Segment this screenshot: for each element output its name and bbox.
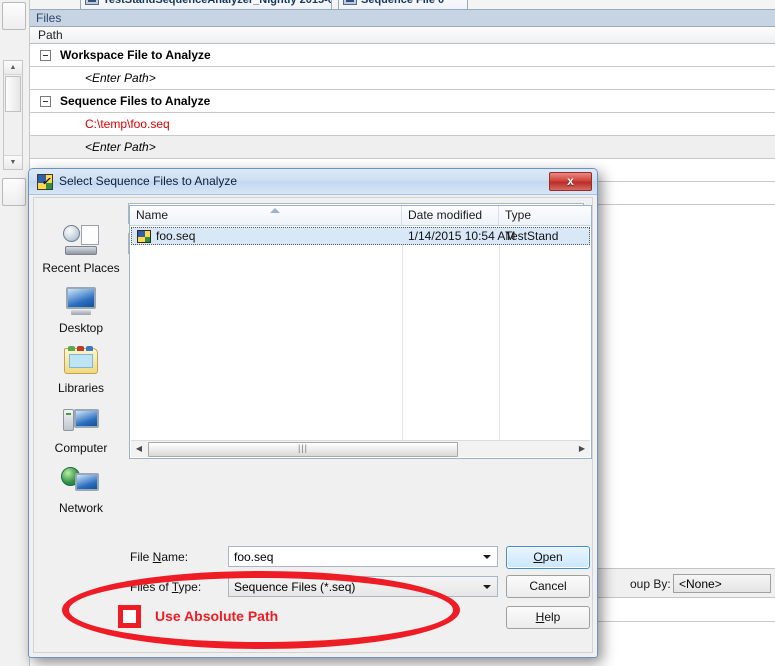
- open-button[interactable]: Open: [506, 546, 590, 569]
- collapse-icon[interactable]: [40, 50, 51, 61]
- use-absolute-path-checkbox[interactable]: [118, 605, 141, 628]
- file-date-cell: 1/14/2015 10:54 AM: [408, 229, 516, 243]
- dialog-title-bar[interactable]: ✓ Select Sequence Files to Analyze x: [29, 169, 597, 195]
- files-pane-title: Files: [30, 10, 775, 26]
- column-header-label: Type: [505, 208, 532, 222]
- table-row[interactable]: <Enter Path>: [30, 136, 775, 159]
- sequence-file-icon: [85, 0, 99, 5]
- files-of-type-value: Sequence Files (*.seq): [234, 580, 356, 594]
- scroll-left-arrow-icon[interactable]: ◀: [131, 441, 147, 457]
- row-label: C:\temp\foo.seq: [85, 117, 170, 131]
- sidebar-item-label: Computer: [54, 441, 108, 455]
- files-of-type-label: Files of Type:: [130, 580, 202, 594]
- left-rail: ▲ ▼: [0, 0, 30, 666]
- file-list-horizontal-scrollbar[interactable]: ◀ ▶: [131, 440, 590, 457]
- row-label: <Enter Path>: [85, 140, 156, 154]
- cancel-button[interactable]: Cancel: [506, 575, 590, 598]
- sidebar-item-computer[interactable]: Computer: [34, 405, 128, 455]
- tab-workspace-file[interactable]: TestStandSequenceAnalyzer_Nightly 2015-0…: [80, 0, 332, 9]
- tab-label: TestStandSequenceAnalyzer_Nightly 2015-0…: [103, 0, 331, 6]
- sidebar-item-label: Recent Places: [42, 261, 120, 275]
- rail-button-bottom[interactable]: [2, 178, 26, 206]
- scroll-down-arrow-icon[interactable]: ▼: [4, 155, 22, 169]
- scroll-right-arrow-icon[interactable]: ▶: [574, 441, 590, 457]
- sequence-file-icon: [137, 230, 151, 243]
- collapse-icon[interactable]: [40, 96, 51, 107]
- group-by-value: <None>: [679, 577, 722, 591]
- places-bar: Recent Places Desktop Libraries Computer…: [34, 205, 128, 561]
- help-button-label: Help: [535, 610, 561, 624]
- recent-places-icon: [61, 225, 101, 259]
- tab-label: Sequence File 0: [361, 0, 445, 6]
- column-header-name[interactable]: Name: [130, 206, 402, 225]
- sidebar-item-label: Libraries: [57, 381, 105, 395]
- desktop-icon: [61, 285, 101, 319]
- file-name-value: foo.seq: [234, 550, 274, 564]
- file-list[interactable]: Name Date modified Type foo.seq 1/14/201…: [129, 205, 592, 459]
- files-of-type-combo[interactable]: Sequence Files (*.seq): [228, 576, 498, 597]
- column-header-type[interactable]: Type: [499, 206, 589, 225]
- tab-strip: TestStandSequenceAnalyzer_Nightly 2015-0…: [30, 0, 775, 9]
- sequence-file-icon: ✓: [37, 174, 53, 190]
- libraries-icon: [61, 345, 101, 379]
- sidebar-item-label: Desktop: [58, 321, 104, 335]
- table-row[interactable]: Workspace File to Analyze: [30, 44, 775, 67]
- sidebar-item-network[interactable]: Network: [34, 465, 128, 515]
- scrollbar-thumb[interactable]: [5, 76, 21, 112]
- table-row[interactable]: Sequence Files to Analyze: [30, 90, 775, 113]
- column-header-label: Name: [136, 208, 169, 222]
- table-row[interactable]: <Enter Path>: [30, 67, 775, 90]
- column-header-label: Date modified: [408, 208, 483, 222]
- file-name-label: File Name:: [130, 550, 189, 564]
- chevron-down-icon[interactable]: [483, 585, 491, 589]
- row-label: Workspace File to Analyze: [60, 48, 211, 62]
- rail-button-top[interactable]: [2, 2, 26, 30]
- sidebar-item-libraries[interactable]: Libraries: [34, 345, 128, 395]
- file-type-cell: TestStand: [505, 229, 559, 243]
- file-name-cell: foo.seq: [156, 229, 196, 243]
- group-by-combo[interactable]: <None>: [673, 574, 771, 593]
- sidebar-item-label: Network: [58, 501, 103, 515]
- cancel-button-label: Cancel: [529, 579, 567, 593]
- sidebar-item-desktop[interactable]: Desktop: [34, 285, 128, 335]
- file-list-header: Name Date modified Type: [130, 206, 591, 226]
- select-sequence-files-dialog: ✓ Select Sequence Files to Analyze x Dir…: [28, 168, 598, 658]
- row-label: Sequence Files to Analyze: [60, 94, 211, 108]
- file-name-input[interactable]: foo.seq: [228, 546, 498, 567]
- use-absolute-path-label: Use Absolute Path: [155, 608, 279, 624]
- screen: ▲ ▼ TestStandSequenceAnalyzer_Nightly 20…: [0, 0, 775, 666]
- help-button[interactable]: Help: [506, 606, 590, 629]
- open-button-label: Open: [533, 550, 563, 564]
- dialog-title: Select Sequence Files to Analyze: [59, 174, 238, 188]
- sequence-file-icon: [343, 0, 357, 5]
- network-icon: [61, 465, 101, 499]
- column-header-date-modified[interactable]: Date modified: [402, 206, 499, 225]
- group-by-label: oup By:: [630, 577, 671, 591]
- list-item[interactable]: foo.seq 1/14/2015 10:54 AM TestStand: [131, 227, 590, 245]
- left-rail-scrollbar[interactable]: ▲ ▼: [3, 60, 23, 170]
- scrollbar-thumb[interactable]: [148, 442, 458, 457]
- table-row[interactable]: C:\temp\foo.seq: [30, 113, 775, 136]
- scroll-up-arrow-icon[interactable]: ▲: [4, 61, 22, 75]
- tab-sequence-file[interactable]: Sequence File 0: [338, 0, 468, 9]
- chevron-down-icon[interactable]: [483, 555, 491, 559]
- row-label: <Enter Path>: [85, 71, 156, 85]
- sort-ascending-icon: [270, 208, 280, 213]
- sidebar-item-recent-places[interactable]: Recent Places: [34, 225, 128, 275]
- computer-icon: [61, 405, 101, 439]
- grid-column-header-path[interactable]: Path: [30, 26, 775, 44]
- close-icon[interactable]: x: [549, 172, 592, 191]
